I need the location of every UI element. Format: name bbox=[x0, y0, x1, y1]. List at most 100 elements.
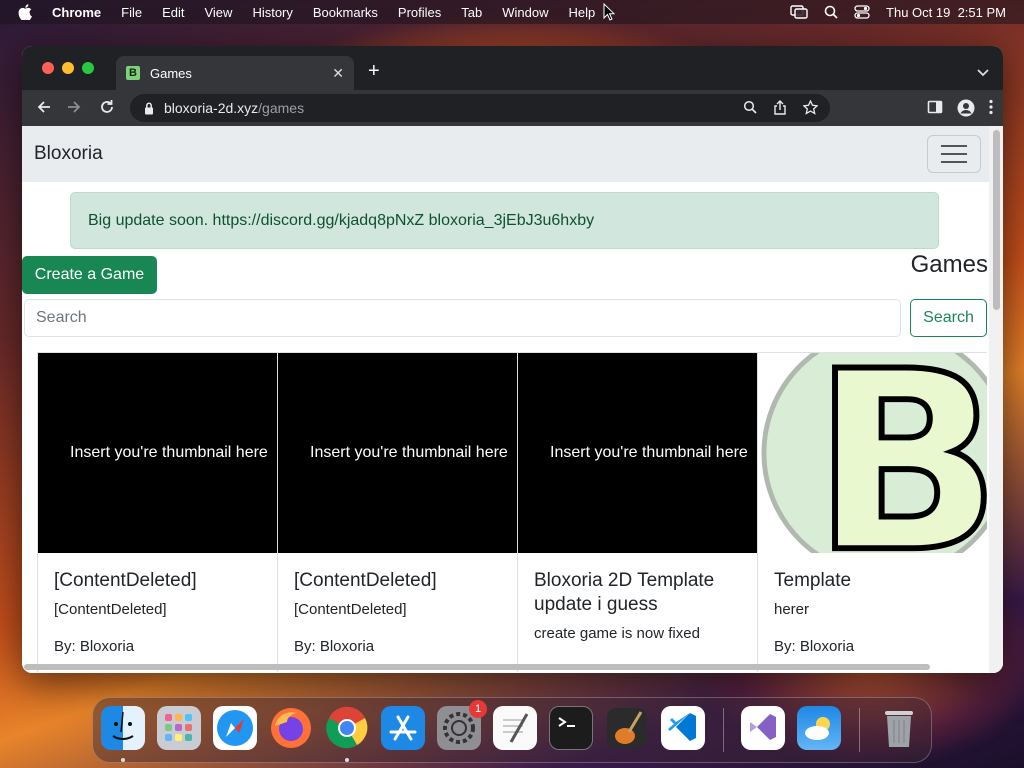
card-text: herer bbox=[774, 601, 810, 618]
menu-window[interactable]: Window bbox=[502, 5, 548, 20]
navbar-toggle-button[interactable] bbox=[927, 135, 981, 173]
card-thumbnail[interactable]: Insert you're thumbnail here bbox=[518, 353, 757, 553]
hamburger-line bbox=[941, 145, 967, 147]
running-indicator bbox=[345, 758, 349, 762]
card-text: [ContentDeleted] bbox=[54, 601, 167, 618]
site-navbar: Bloxoria bbox=[22, 126, 1003, 182]
apple-icon[interactable] bbox=[18, 4, 34, 20]
card-thumbnail[interactable]: B bbox=[758, 353, 987, 553]
window-controls bbox=[42, 62, 94, 74]
chrome-icon[interactable] bbox=[325, 706, 369, 750]
zoom-magnifier-icon[interactable] bbox=[743, 100, 757, 118]
search-button[interactable]: Search bbox=[910, 299, 987, 337]
profile-avatar-icon[interactable] bbox=[957, 99, 975, 122]
forward-arrow-icon[interactable] bbox=[66, 99, 82, 120]
card-author: By: Bloxoria bbox=[54, 638, 135, 655]
garageband-icon[interactable] bbox=[605, 706, 649, 750]
menu-app-name[interactable]: Chrome bbox=[52, 5, 101, 20]
address-bar[interactable]: bloxoria-2d.xyz/games bbox=[130, 94, 830, 122]
site-brand[interactable]: Bloxoria bbox=[34, 143, 103, 165]
card-text: [ContentDeleted] bbox=[294, 601, 407, 618]
menu-history[interactable]: History bbox=[252, 5, 292, 20]
tab-games[interactable]: B Games ✕ bbox=[116, 56, 354, 90]
more-options-icon[interactable] bbox=[989, 99, 993, 122]
search-input[interactable]: Search bbox=[24, 299, 901, 337]
tab-bar: B Games ✕ + bbox=[22, 46, 1003, 90]
textedit-icon[interactable] bbox=[493, 706, 537, 750]
terminal-icon[interactable] bbox=[549, 706, 593, 750]
menu-edit[interactable]: Edit bbox=[162, 5, 184, 20]
card-thumbnail[interactable]: Insert you're thumbnail here bbox=[278, 353, 517, 553]
trash-icon[interactable] bbox=[877, 706, 921, 750]
browser-toolbar: bloxoria-2d.xyz/games bbox=[22, 90, 1003, 126]
running-indicator bbox=[121, 758, 125, 762]
card-thumbnail[interactable]: Insert you're thumbnail here bbox=[38, 353, 277, 553]
card-title: [ContentDeleted] bbox=[54, 570, 197, 591]
game-card[interactable]: Insert you're thumbnail here [ContentDel… bbox=[277, 352, 518, 672]
side-panel-icon[interactable] bbox=[927, 99, 943, 122]
url-host: bloxoria-2d.xyz bbox=[164, 100, 259, 116]
game-card[interactable]: B Template herer By: Bloxoria bbox=[757, 352, 987, 672]
hamburger-line bbox=[941, 153, 967, 155]
mouse-pointer-icon bbox=[603, 2, 616, 26]
card-title: Bloxoria 2D Template update i guess bbox=[534, 570, 715, 615]
menu-file[interactable]: File bbox=[121, 5, 142, 20]
control-center-icon[interactable] bbox=[854, 5, 870, 19]
spotlight-search-icon[interactable] bbox=[824, 5, 838, 19]
menu-clock[interactable]: Thu Oct 19 2:51 PM bbox=[886, 5, 1006, 20]
card-title: [ContentDeleted] bbox=[294, 570, 437, 591]
horizontal-scrollbar[interactable] bbox=[24, 664, 930, 670]
menu-bookmarks[interactable]: Bookmarks bbox=[313, 5, 378, 20]
vertical-scrollbar-thumb[interactable] bbox=[993, 130, 1000, 310]
url-path: /games bbox=[258, 100, 305, 116]
announcement-alert: Big update soon. https://discord.gg/kjad… bbox=[70, 192, 939, 249]
vertical-scrollbar-track[interactable] bbox=[989, 126, 1003, 673]
minimize-window-button[interactable] bbox=[62, 62, 74, 74]
bookmark-star-icon[interactable] bbox=[802, 99, 819, 118]
vscode-icon[interactable] bbox=[661, 706, 705, 750]
dock: 1 bbox=[92, 697, 932, 763]
tab-title: Games bbox=[150, 65, 192, 81]
launchpad-icon[interactable] bbox=[157, 706, 201, 750]
firefox-icon[interactable] bbox=[269, 706, 313, 750]
game-card[interactable]: Insert you're thumbnail here [ContentDel… bbox=[37, 352, 278, 672]
system-settings-icon[interactable]: 1 bbox=[437, 700, 487, 750]
games-card-list: Insert you're thumbnail here [ContentDel… bbox=[37, 352, 987, 672]
card-author: By: Bloxoria bbox=[294, 638, 375, 655]
menu-help[interactable]: Help bbox=[569, 5, 596, 20]
create-game-button[interactable]: Create a Game bbox=[22, 256, 157, 294]
visual-studio-icon[interactable] bbox=[741, 706, 785, 750]
reload-icon[interactable] bbox=[99, 99, 115, 120]
page-title: Games bbox=[910, 251, 988, 278]
card-author: By: Bloxoria bbox=[774, 638, 855, 655]
weather-icon[interactable] bbox=[797, 706, 841, 750]
dock-separator bbox=[859, 708, 860, 752]
new-tab-icon[interactable]: + bbox=[368, 60, 380, 83]
menu-profiles[interactable]: Profiles bbox=[398, 5, 441, 20]
lock-icon[interactable] bbox=[144, 102, 154, 115]
page-viewport: Bloxoria Big update soon. https://discor… bbox=[22, 126, 1003, 673]
app-store-icon[interactable] bbox=[381, 706, 425, 750]
safari-icon[interactable] bbox=[213, 706, 257, 750]
bloxoria-logo-icon: B bbox=[761, 353, 987, 553]
favicon-icon: B bbox=[126, 66, 140, 80]
tab-close-icon[interactable]: ✕ bbox=[332, 65, 344, 82]
game-card[interactable]: Insert you're thumbnail here Bloxoria 2D… bbox=[517, 352, 758, 672]
svg-text:B: B bbox=[812, 353, 987, 553]
back-arrow-icon[interactable] bbox=[36, 99, 52, 120]
menu-view[interactable]: View bbox=[204, 5, 232, 20]
menu-bar: Chrome File Edit View History Bookmarks … bbox=[0, 0, 1024, 24]
dock-separator bbox=[723, 708, 724, 752]
card-text: create game is now fixed bbox=[534, 625, 700, 642]
hamburger-line bbox=[941, 161, 967, 163]
card-title: Template bbox=[774, 570, 852, 591]
screen-mirroring-icon[interactable] bbox=[790, 5, 808, 19]
notification-badge: 1 bbox=[469, 700, 487, 718]
close-window-button[interactable] bbox=[42, 62, 54, 74]
browser-window: B Games ✕ + bloxoria-2d.xyz/games Bloxor… bbox=[22, 46, 1003, 673]
chevron-down-icon[interactable] bbox=[977, 64, 989, 82]
finder-icon[interactable] bbox=[101, 706, 145, 750]
menu-tab[interactable]: Tab bbox=[461, 5, 482, 20]
share-icon[interactable] bbox=[773, 100, 787, 118]
zoom-window-button[interactable] bbox=[82, 62, 94, 74]
